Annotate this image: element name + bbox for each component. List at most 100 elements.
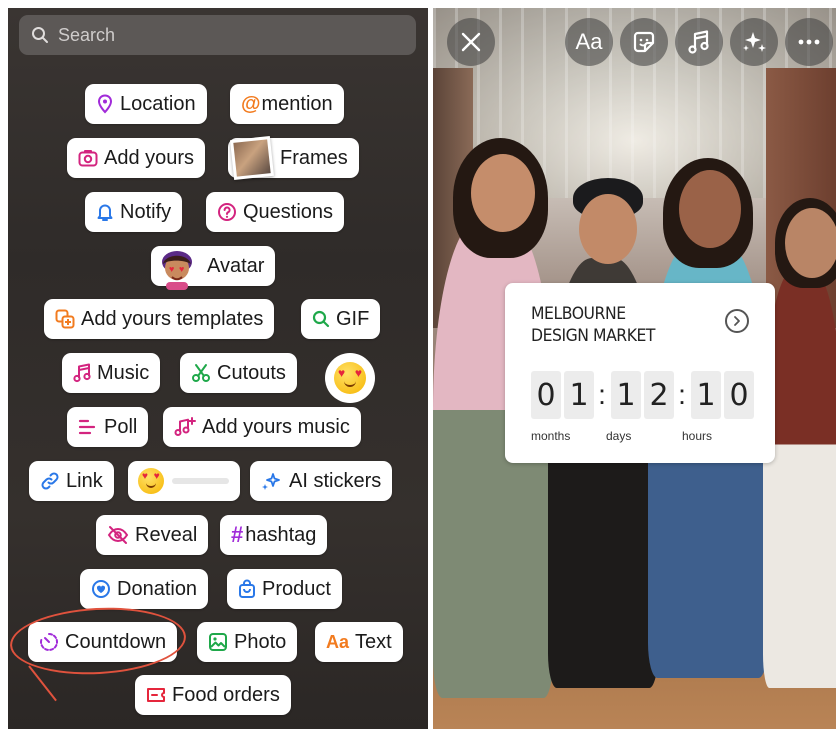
countdown-sticker-card[interactable]: MELBOURNE DESIGN MARKET 0 1 : 1 2 : 1 0 … bbox=[505, 283, 775, 463]
notify-sticker[interactable]: Notify bbox=[85, 192, 183, 232]
donation-sticker[interactable]: Donation bbox=[80, 569, 209, 609]
countdown-digit: 1 bbox=[691, 371, 721, 419]
heart-coin-icon bbox=[91, 579, 111, 599]
cutouts-label: Cutouts bbox=[217, 361, 286, 384]
add-yours-music-label: Add yours music bbox=[202, 415, 350, 438]
photo-label: Photo bbox=[234, 630, 287, 653]
link-sticker[interactable]: Link bbox=[29, 461, 114, 501]
add-yours-templates-sticker[interactable]: Add yours templates bbox=[44, 299, 275, 339]
avatar-sticker[interactable]: ♥ ♥ Avatar bbox=[151, 246, 276, 290]
countdown-days-label: days bbox=[606, 429, 632, 443]
more-options-button[interactable] bbox=[785, 18, 833, 66]
location-pin-icon bbox=[96, 94, 114, 114]
music-label: Music bbox=[97, 361, 150, 384]
search-icon bbox=[32, 27, 48, 43]
countdown-digits: 0 1 : 1 2 : 1 0 bbox=[531, 371, 757, 419]
frames-sticker[interactable]: Frames bbox=[228, 136, 359, 180]
product-sticker[interactable]: Product bbox=[227, 569, 342, 609]
poll-label: Poll bbox=[104, 415, 138, 438]
hash-icon: # bbox=[231, 522, 244, 547]
poll-sticker[interactable]: Poll bbox=[67, 407, 149, 447]
search-placeholder: Search bbox=[58, 24, 116, 45]
music-note-icon bbox=[73, 363, 91, 383]
photo-sticker[interactable]: Photo bbox=[197, 622, 298, 662]
add-yours-templates-label: Add yours templates bbox=[81, 307, 264, 330]
story-preview: Aa MELBOURNE DESIGN MARKET 0 1 : 1 2 : 1… bbox=[433, 8, 836, 729]
ai-sparkle-icon bbox=[261, 471, 283, 491]
food-orders-label: Food orders bbox=[172, 683, 280, 706]
food-ticket-icon bbox=[146, 686, 166, 704]
svg-text:♥: ♥ bbox=[169, 264, 174, 274]
location-label: Location bbox=[120, 92, 196, 115]
bell-icon bbox=[96, 202, 114, 222]
sticker-tool-button[interactable] bbox=[620, 18, 668, 66]
sparkles-icon bbox=[743, 32, 766, 52]
gif-sticker[interactable]: GIF bbox=[301, 299, 381, 339]
search-input[interactable]: Search bbox=[19, 15, 416, 55]
questions-label: Questions bbox=[243, 200, 334, 223]
cutouts-sticker[interactable]: Cutouts bbox=[180, 353, 297, 393]
countdown-separator: : bbox=[598, 379, 606, 410]
frames-label: Frames bbox=[280, 146, 348, 169]
more-icon bbox=[798, 39, 820, 45]
text-label: Text bbox=[355, 630, 392, 653]
poll-icon bbox=[78, 418, 98, 436]
text-tool-label: Aa bbox=[575, 29, 603, 54]
reveal-label: Reveal bbox=[135, 523, 198, 546]
gif-label: GIF bbox=[336, 307, 370, 330]
text-sticker[interactable]: Aa Text bbox=[315, 622, 403, 662]
effects-tool-button[interactable] bbox=[730, 18, 778, 66]
countdown-digit: 2 bbox=[644, 371, 674, 419]
annotation-circle bbox=[8, 603, 188, 679]
notify-label: Notify bbox=[120, 200, 172, 223]
hashtag-sticker[interactable]: # hashtag bbox=[220, 515, 328, 555]
hashtag-label: hashtag bbox=[245, 523, 317, 546]
svg-text:♥: ♥ bbox=[179, 264, 184, 274]
music-tool-button[interactable] bbox=[675, 18, 723, 66]
link-label: Link bbox=[66, 469, 103, 492]
emoji-sticker[interactable] bbox=[325, 353, 375, 403]
countdown-title: MELBOURNE DESIGN MARKET bbox=[531, 304, 656, 346]
chevron-right-icon[interactable] bbox=[725, 309, 749, 333]
mention-sticker[interactable]: @ mention bbox=[230, 84, 344, 124]
avatar-label: Avatar bbox=[207, 254, 265, 277]
gif-search-icon bbox=[312, 310, 330, 328]
add-yours-music-sticker[interactable]: Add yours music bbox=[163, 407, 361, 447]
frames-thumbnail-icon bbox=[230, 136, 274, 180]
emoji-slider-sticker[interactable] bbox=[128, 461, 240, 501]
donation-label: Donation bbox=[117, 577, 198, 600]
countdown-months-label: months bbox=[531, 429, 571, 443]
countdown-digit: 0 bbox=[724, 371, 754, 419]
at-sign-icon: @ bbox=[241, 92, 261, 115]
questions-sticker[interactable]: Questions bbox=[206, 192, 345, 232]
slider-track bbox=[171, 478, 229, 484]
mention-label: mention bbox=[261, 92, 333, 115]
camera-icon bbox=[78, 149, 98, 167]
reveal-sticker[interactable]: Reveal bbox=[96, 515, 209, 555]
countdown-digit: 0 bbox=[531, 371, 561, 419]
heart-eyes-emoji-icon bbox=[138, 468, 164, 494]
product-label: Product bbox=[262, 577, 331, 600]
countdown-separator: : bbox=[678, 379, 686, 410]
close-icon bbox=[461, 32, 481, 52]
heart-eyes-emoji-icon bbox=[334, 362, 366, 394]
sticker-tray: Search Location @ mention Add yours Fram… bbox=[8, 8, 428, 729]
music-icon bbox=[688, 30, 709, 54]
question-icon bbox=[217, 202, 237, 222]
text-tool-button[interactable]: Aa bbox=[565, 18, 613, 66]
ai-stickers-sticker[interactable]: AI stickers bbox=[250, 461, 393, 501]
add-yours-sticker[interactable]: Add yours bbox=[67, 138, 206, 178]
sticker-icon bbox=[633, 31, 655, 53]
shopping-bag-icon bbox=[238, 579, 256, 599]
location-sticker[interactable]: Location bbox=[85, 84, 207, 124]
countdown-digit: 1 bbox=[611, 371, 641, 419]
add-yours-label: Add yours bbox=[104, 146, 195, 169]
close-button[interactable] bbox=[447, 18, 495, 66]
link-icon bbox=[40, 471, 60, 491]
food-orders-sticker[interactable]: Food orders bbox=[135, 675, 291, 715]
music-sticker[interactable]: Music bbox=[62, 353, 161, 393]
eye-slash-icon bbox=[107, 525, 129, 545]
text-aa-icon: Aa bbox=[326, 631, 350, 652]
avatar-icon: ♥ ♥ bbox=[153, 242, 201, 290]
countdown-hours-label: hours bbox=[682, 429, 713, 443]
